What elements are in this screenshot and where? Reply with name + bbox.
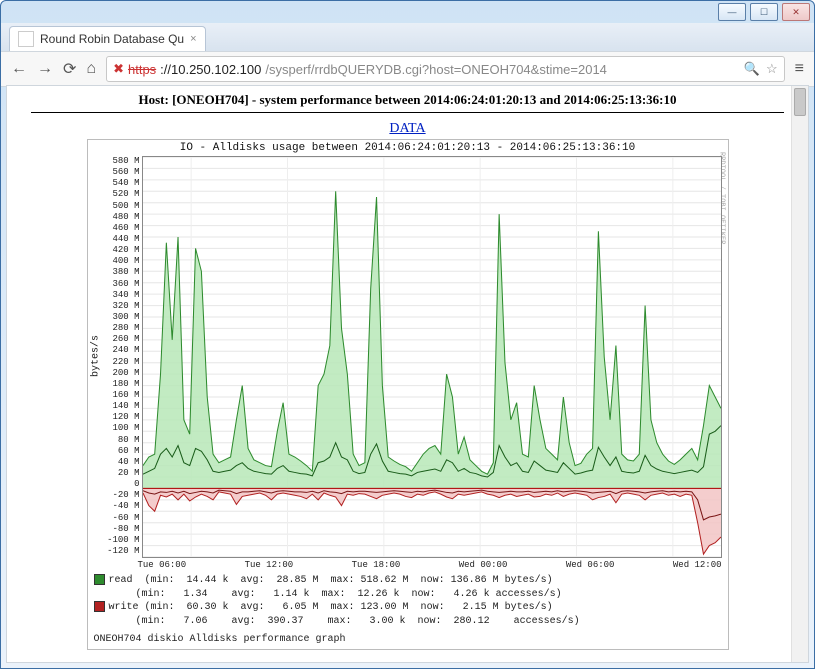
page-viewport: Host: [ONEOH704] - system performance be… xyxy=(6,85,809,663)
url-protocol: https xyxy=(128,62,156,77)
y-tick: 540 M xyxy=(104,178,140,188)
y-tick: 560 M xyxy=(104,167,140,177)
browser-menu-button[interactable]: ≡ xyxy=(795,60,804,78)
y-tick: -80 M xyxy=(104,524,140,534)
y-tick: 380 M xyxy=(104,267,140,277)
y-tick: 80 M xyxy=(104,435,140,445)
x-tick: Wed 00:00 xyxy=(459,560,508,570)
legend-write-stats: (min: 60.30 k avg: 6.05 M max: 123.00 M … xyxy=(139,602,553,613)
y-tick: 360 M xyxy=(104,279,140,289)
scrollbar-thumb[interactable] xyxy=(794,88,806,116)
y-tick: 300 M xyxy=(104,312,140,322)
bookmark-star-icon[interactable]: ☆ xyxy=(766,61,778,77)
legend-read-name: read xyxy=(109,575,139,586)
x-tick: Wed 06:00 xyxy=(566,560,615,570)
y-tick: 20 M xyxy=(104,468,140,478)
y-tick: 580 M xyxy=(104,156,140,166)
y-axis-label: bytes/s xyxy=(88,154,104,558)
nav-forward-button[interactable]: → xyxy=(37,60,53,78)
address-bar[interactable]: ✖ https ://10.250.102.100 /sysperf/rrdbQ… xyxy=(106,56,785,82)
y-tick: 420 M xyxy=(104,245,140,255)
x-tick: Tue 12:00 xyxy=(245,560,294,570)
y-tick: 220 M xyxy=(104,357,140,367)
browser-window: — ☐ ✕ Round Robin Database Qu × ← → ⟳ ⌂ … xyxy=(0,0,815,669)
plot-area xyxy=(142,156,722,558)
legend-read-stats: (min: 14.44 k avg: 28.85 M max: 518.62 M… xyxy=(139,575,553,586)
tab-active[interactable]: Round Robin Database Qu × xyxy=(9,26,206,51)
x-tick: Tue 06:00 xyxy=(138,560,187,570)
x-tick: Wed 12:00 xyxy=(673,560,722,570)
omnibox-search-icon[interactable]: 🔍 xyxy=(744,61,760,77)
plot-svg xyxy=(143,157,721,557)
page-favicon-icon xyxy=(18,31,34,47)
y-tick: 480 M xyxy=(104,212,140,222)
divider xyxy=(31,112,784,113)
nav-home-button[interactable]: ⌂ xyxy=(86,60,96,78)
y-tick: 460 M xyxy=(104,223,140,233)
y-tick: 340 M xyxy=(104,290,140,300)
y-tick: 160 M xyxy=(104,390,140,400)
tab-close-icon[interactable]: × xyxy=(190,33,196,45)
graph-title: IO - Alldisks usage between 2014:06:24:0… xyxy=(88,140,728,154)
y-tick: -60 M xyxy=(104,513,140,523)
graph-legend: read (min: 14.44 k avg: 28.85 M max: 518… xyxy=(88,570,728,634)
window-close-button[interactable]: ✕ xyxy=(782,3,810,21)
y-tick: 120 M xyxy=(104,412,140,422)
nav-reload-button[interactable]: ⟳ xyxy=(63,59,76,79)
y-tick: -100 M xyxy=(104,535,140,545)
ssl-warning-icon: ✖ xyxy=(113,61,124,77)
legend-write-row2: (min: 7.06 avg: 390.37 max: 3.00 k now: … xyxy=(94,615,722,629)
y-tick: 140 M xyxy=(104,401,140,411)
y-axis-ticks: 580 M560 M540 M520 M 500 M480 M460 M440 M… xyxy=(104,154,142,558)
browser-toolbar: ← → ⟳ ⌂ ✖ https ://10.250.102.100 /syspe… xyxy=(1,51,814,87)
page-content: Host: [ONEOH704] - system performance be… xyxy=(7,86,808,656)
y-tick: 400 M xyxy=(104,256,140,266)
window-maximize-button[interactable]: ☐ xyxy=(750,3,778,21)
y-tick: 320 M xyxy=(104,301,140,311)
y-tick: 180 M xyxy=(104,379,140,389)
y-tick: 440 M xyxy=(104,234,140,244)
y-tick: -40 M xyxy=(104,501,140,511)
graph-footer: ONEOH704 diskio Alldisks performance gra… xyxy=(88,634,728,649)
legend-read-row: read (min: 14.44 k avg: 28.85 M max: 518… xyxy=(94,574,722,588)
legend-write-name: write xyxy=(109,602,139,613)
y-tick: 100 M xyxy=(104,423,140,433)
y-tick: 40 M xyxy=(104,457,140,467)
window-minimize-button[interactable]: — xyxy=(718,3,746,21)
tab-strip: Round Robin Database Qu × xyxy=(1,23,814,51)
y-tick: 0 xyxy=(104,479,140,489)
y-tick: 260 M xyxy=(104,334,140,344)
y-tick: -20 M xyxy=(104,490,140,500)
legend-read-row2: (min: 1.34 avg: 1.14 k max: 12.26 k now:… xyxy=(94,588,722,602)
scrollbar-vertical[interactable] xyxy=(791,86,808,662)
tab-title: Round Robin Database Qu xyxy=(40,32,184,46)
legend-write-swatch-icon xyxy=(94,601,105,612)
y-tick: 500 M xyxy=(104,201,140,211)
y-tick: 520 M xyxy=(104,189,140,199)
page-title: Host: [ONEOH704] - system performance be… xyxy=(31,92,784,108)
y-tick: 280 M xyxy=(104,323,140,333)
nav-back-button[interactable]: ← xyxy=(11,60,27,78)
y-tick: 200 M xyxy=(104,368,140,378)
x-tick: Tue 18:00 xyxy=(352,560,401,570)
y-tick: -120 M xyxy=(104,546,140,556)
url-host: ://10.250.102.100 xyxy=(160,62,261,77)
y-tick: 240 M xyxy=(104,345,140,355)
x-axis-ticks: Tue 06:00 Tue 12:00 Tue 18:00 Wed 00:00 Wed … xyxy=(138,558,722,570)
url-path: /sysperf/rrdbQUERYDB.cgi?host=ONEOH704&s… xyxy=(265,62,607,77)
window-titlebar: — ☐ ✕ xyxy=(1,1,814,23)
legend-read-swatch-icon xyxy=(94,574,105,585)
legend-write-row: write (min: 60.30 k avg: 6.05 M max: 123… xyxy=(94,601,722,615)
y-tick: 60 M xyxy=(104,446,140,456)
rrd-graph: RRDTOOL / TOBI OETIKER IO - Alldisks usa… xyxy=(87,139,729,650)
data-link[interactable]: DATA xyxy=(31,121,784,137)
